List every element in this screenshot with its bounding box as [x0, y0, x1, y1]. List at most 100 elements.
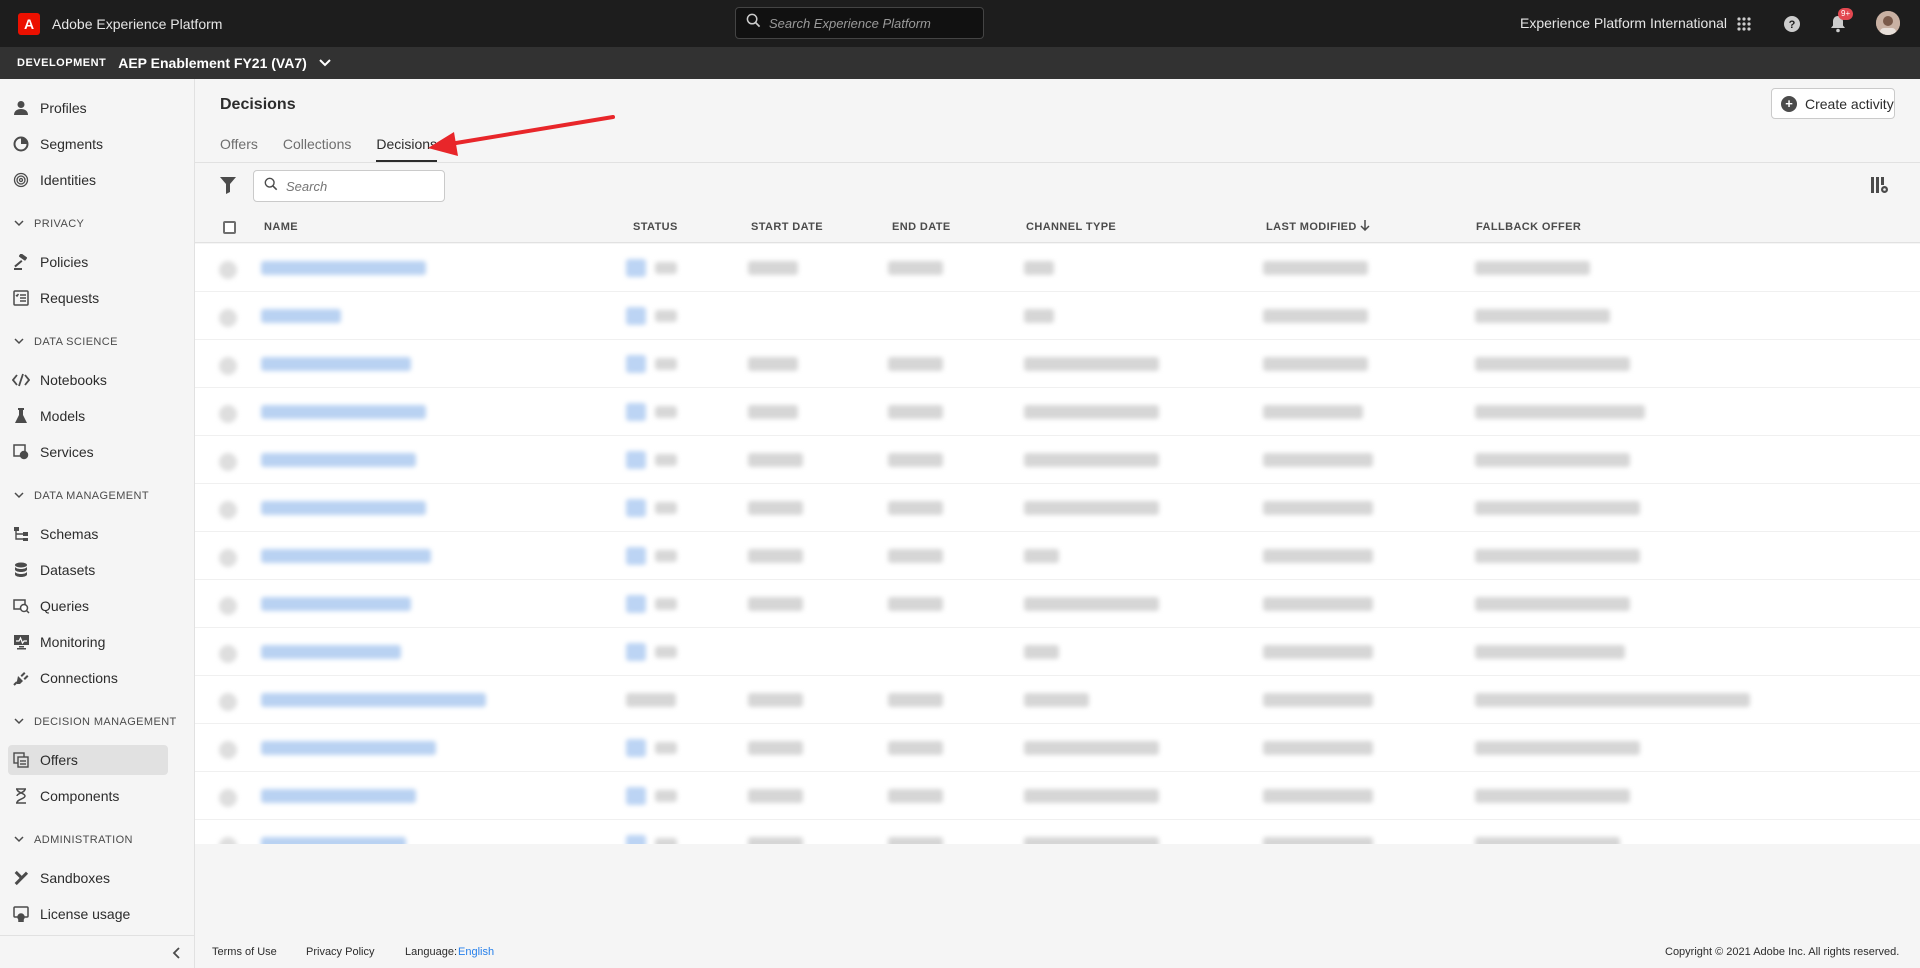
row-name-link[interactable]: [261, 693, 486, 707]
sidebar-section-administration[interactable]: ADMINISTRATION: [14, 834, 133, 846]
tab-offers[interactable]: Offers: [220, 136, 258, 162]
table-row[interactable]: [195, 388, 1920, 436]
column-header-start-date[interactable]: START DATE: [751, 221, 823, 233]
row-last-modified: [1263, 741, 1373, 755]
sidebar-item-notebooks[interactable]: Notebooks: [8, 365, 168, 395]
app-title[interactable]: Adobe Experience Platform: [52, 16, 222, 32]
filter-icon[interactable]: [220, 177, 236, 199]
row-checkbox[interactable]: [219, 501, 237, 519]
row-checkbox[interactable]: [219, 453, 237, 471]
row-checkbox[interactable]: [219, 693, 237, 711]
table-row[interactable]: [195, 628, 1920, 676]
row-name-link[interactable]: [261, 405, 426, 419]
sidebar-section-data-science[interactable]: DATA SCIENCE: [14, 336, 118, 348]
sidebar-section-decision-management[interactable]: DECISION MANAGEMENT: [14, 716, 177, 728]
column-header-channel-type[interactable]: CHANNEL TYPE: [1026, 221, 1116, 233]
help-icon[interactable]: ?: [1780, 12, 1804, 36]
table-search-field[interactable]: [253, 170, 445, 202]
sidebar-item-policies[interactable]: Policies: [8, 247, 168, 277]
terms-of-use-link[interactable]: Terms of Use: [212, 946, 277, 958]
row-checkbox[interactable]: [219, 357, 237, 375]
sandbox-name[interactable]: AEP Enablement FY21 (VA7): [118, 55, 307, 71]
table-row[interactable]: [195, 436, 1920, 484]
language-link[interactable]: English: [458, 946, 494, 958]
row-checkbox[interactable]: [219, 309, 237, 327]
table-row[interactable]: [195, 580, 1920, 628]
create-activity-button[interactable]: + Create activity: [1771, 88, 1895, 119]
sidebar-item-services[interactable]: Services: [8, 437, 168, 467]
row-checkbox[interactable]: [219, 645, 237, 663]
column-header-name[interactable]: NAME: [264, 221, 298, 233]
table-row[interactable]: [195, 340, 1920, 388]
sidebar-item-requests[interactable]: Requests: [8, 283, 168, 313]
app-switcher-icon[interactable]: [1732, 12, 1756, 36]
sidebar-item-profiles[interactable]: Profiles: [8, 93, 168, 123]
row-channel-type: [1024, 789, 1159, 803]
sidebar-item-models[interactable]: Models: [8, 401, 168, 431]
sidebar-item-identities[interactable]: Identities: [8, 165, 168, 195]
table-row[interactable]: [195, 484, 1920, 532]
row-last-modified: [1263, 837, 1373, 844]
column-settings-icon[interactable]: [1871, 177, 1889, 199]
column-header-fallback-offer[interactable]: FALLBACK OFFER: [1476, 221, 1581, 233]
table-row[interactable]: [195, 772, 1920, 820]
row-name-link[interactable]: [261, 357, 411, 371]
adobe-logo[interactable]: A: [18, 12, 40, 35]
row-name-link[interactable]: [261, 309, 341, 323]
database-icon: [12, 561, 30, 579]
tab-collections[interactable]: Collections: [283, 136, 351, 162]
components-icon: [12, 787, 30, 805]
table-row[interactable]: [195, 532, 1920, 580]
global-search-field[interactable]: [735, 7, 984, 39]
column-header-status[interactable]: STATUS: [633, 221, 678, 233]
table-row[interactable]: [195, 292, 1920, 340]
sidebar-section-data-management[interactable]: DATA MANAGEMENT: [14, 490, 149, 502]
table-row[interactable]: [195, 820, 1920, 844]
row-checkbox[interactable]: [219, 597, 237, 615]
row-name-link[interactable]: [261, 501, 426, 515]
table-row[interactable]: [195, 724, 1920, 772]
sidebar-item-schemas[interactable]: Schemas: [8, 519, 168, 549]
row-name-link[interactable]: [261, 789, 416, 803]
chevron-left-icon[interactable]: [172, 946, 180, 964]
user-avatar[interactable]: [1876, 11, 1900, 35]
sidebar-item-sandboxes[interactable]: Sandboxes: [8, 863, 168, 893]
column-header-end-date[interactable]: END DATE: [892, 221, 951, 233]
table-search-input[interactable]: [286, 178, 436, 194]
row-status-text: [655, 406, 677, 418]
sidebar-section-privacy[interactable]: PRIVACY: [14, 218, 84, 230]
sort-descending-icon[interactable]: [1360, 219, 1370, 234]
row-name-link[interactable]: [261, 741, 436, 755]
sidebar-item-queries[interactable]: Queries: [8, 591, 168, 621]
table-row[interactable]: [195, 244, 1920, 292]
row-name-link[interactable]: [261, 597, 411, 611]
table-row[interactable]: [195, 676, 1920, 724]
sidebar-item-monitoring[interactable]: Monitoring: [8, 627, 168, 657]
row-checkbox[interactable]: [219, 837, 237, 844]
row-checkbox[interactable]: [219, 549, 237, 567]
privacy-policy-link[interactable]: Privacy Policy: [306, 946, 374, 958]
chevron-down-icon[interactable]: [319, 54, 331, 72]
row-name-link[interactable]: [261, 645, 401, 659]
row-checkbox[interactable]: [219, 261, 237, 279]
row-checkbox[interactable]: [219, 405, 237, 423]
row-name-link[interactable]: [261, 549, 431, 563]
row-fallback-offer: [1475, 741, 1640, 755]
row-last-modified: [1263, 405, 1363, 419]
row-checkbox[interactable]: [219, 789, 237, 807]
row-name-link[interactable]: [261, 261, 426, 275]
sidebar-item-datasets[interactable]: Datasets: [8, 555, 168, 585]
sidebar-item-license-usage[interactable]: License usage: [8, 899, 168, 929]
sidebar-item-connections[interactable]: Connections: [8, 663, 168, 693]
sidebar-item-segments[interactable]: Segments: [8, 129, 168, 159]
select-all-checkbox[interactable]: [223, 221, 236, 234]
row-name-link[interactable]: [261, 837, 406, 844]
sidebar-item-offers[interactable]: Offers: [8, 745, 168, 775]
global-search-input[interactable]: [769, 15, 969, 31]
sidebar-item-components[interactable]: Components: [8, 781, 168, 811]
notifications-icon[interactable]: 9+: [1826, 8, 1854, 36]
row-name-link[interactable]: [261, 453, 416, 467]
org-switcher[interactable]: Experience Platform International: [1520, 15, 1727, 31]
column-header-last-modified[interactable]: LAST MODIFIED: [1266, 221, 1357, 233]
row-checkbox[interactable]: [219, 741, 237, 759]
